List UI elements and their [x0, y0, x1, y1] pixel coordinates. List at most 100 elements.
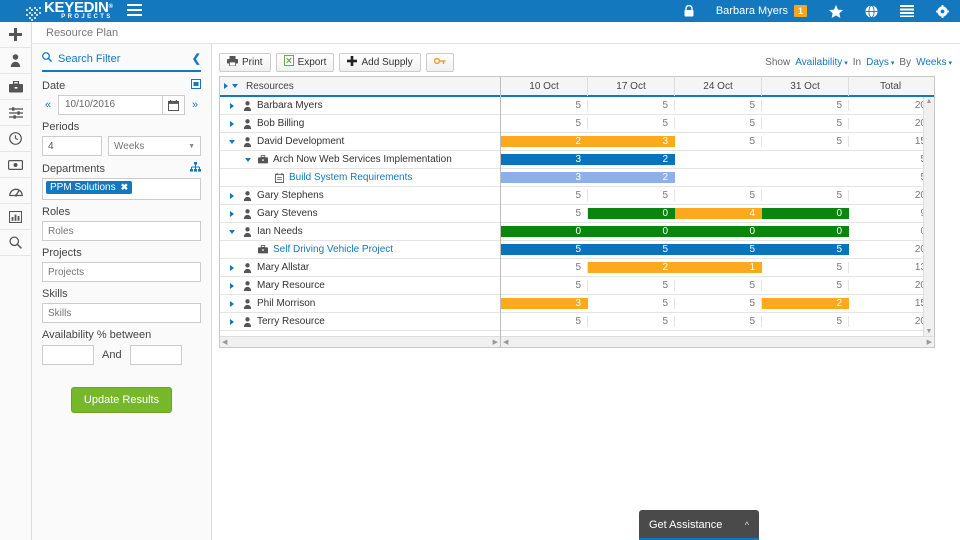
globe-icon[interactable] — [854, 0, 889, 22]
period-cell[interactable]: 2 — [588, 154, 675, 165]
table-row[interactable]: Build System Requirements — [220, 169, 500, 187]
resource-name[interactable]: Self Driving Vehicle Project — [273, 244, 393, 255]
period-cell[interactable]: 5 — [588, 316, 675, 327]
expand-row-icon[interactable] — [224, 300, 240, 307]
period-cell[interactable]: 2 — [588, 172, 675, 183]
hamburger-icon[interactable] — [126, 3, 142, 19]
gear-icon[interactable] — [925, 0, 960, 22]
period-cell[interactable]: 4 — [675, 208, 762, 219]
expand-row-icon[interactable] — [224, 192, 240, 199]
star-icon[interactable] — [818, 0, 854, 22]
period-cell[interactable]: 5 — [588, 298, 675, 309]
table-row[interactable]: Ian Needs — [220, 223, 500, 241]
expand-row-icon[interactable] — [224, 102, 240, 109]
period-cell[interactable]: 5 — [762, 190, 849, 201]
period-cell[interactable]: 2 — [501, 136, 588, 147]
rail-item-dashboard[interactable] — [0, 178, 31, 204]
rail-item-people[interactable] — [0, 48, 31, 74]
expand-row-icon[interactable] — [224, 210, 240, 217]
period-column-header[interactable]: 31 Oct — [762, 76, 849, 96]
get-assistance-bar[interactable]: Get Assistance ^ — [639, 510, 759, 540]
periods-count-input[interactable] — [42, 136, 102, 156]
chevron-left-icon[interactable]: ❮ — [192, 52, 201, 65]
table-row[interactable]: Mary Allstar — [220, 259, 500, 277]
period-cell[interactable]: 5 — [675, 298, 762, 309]
period-cell[interactable]: 0 — [762, 226, 849, 237]
show-metric-dropdown[interactable]: Availability ▾ — [795, 57, 848, 68]
period-cell[interactable]: 5 — [675, 244, 762, 255]
add-supply-button[interactable]: Add Supply — [339, 52, 421, 72]
rail-item-add[interactable] — [0, 22, 31, 48]
period-cell[interactable]: 5 — [675, 280, 762, 291]
collapse-all-icon[interactable] — [232, 84, 238, 88]
resources-hscrollbar[interactable]: ◀ ▶ — [220, 336, 500, 347]
update-results-button[interactable]: Update Results — [70, 387, 173, 413]
table-row[interactable]: Barbara Myers — [220, 97, 500, 115]
scroll-right-arrow[interactable]: ▶ — [493, 338, 498, 346]
expand-row-icon[interactable] — [224, 120, 240, 127]
period-cell[interactable]: 0 — [501, 226, 588, 237]
skills-input[interactable] — [42, 303, 201, 323]
export-button[interactable]: Export — [275, 52, 335, 72]
period-cell[interactable]: 3 — [501, 154, 588, 165]
close-icon[interactable]: ✖ — [121, 182, 129, 193]
period-cell[interactable]: 1 — [675, 262, 762, 273]
period-cell[interactable]: 5 — [762, 118, 849, 129]
rail-item-projects[interactable] — [0, 74, 31, 100]
expand-row-icon[interactable] — [224, 282, 240, 289]
period-cell[interactable]: 0 — [675, 226, 762, 237]
department-tag[interactable]: PPM Solutions ✖ — [46, 181, 133, 194]
period-cell[interactable]: 2 — [588, 262, 675, 273]
period-cell[interactable]: 5 — [501, 316, 588, 327]
period-cell[interactable]: 5 — [675, 136, 762, 147]
period-cell[interactable]: 0 — [588, 208, 675, 219]
timeline-hscrollbar[interactable]: ◀ ▶ — [501, 336, 934, 347]
key-button[interactable] — [425, 52, 454, 72]
departments-field[interactable]: PPM Solutions ✖ — [42, 178, 201, 200]
notification-badge[interactable]: 1 — [793, 5, 807, 17]
period-cell[interactable]: 3 — [501, 172, 588, 183]
resource-name[interactable]: Build System Requirements — [289, 172, 412, 183]
rail-item-time[interactable] — [0, 126, 31, 152]
user-menu[interactable]: Barbara Myers 1 — [705, 0, 818, 22]
period-cell[interactable]: 5 — [762, 100, 849, 111]
period-cell[interactable]: 0 — [762, 208, 849, 219]
period-cell[interactable]: 5 — [675, 100, 762, 111]
print-button[interactable]: Print — [219, 52, 271, 72]
list-icon[interactable] — [889, 0, 925, 22]
period-cell[interactable]: 5 — [762, 136, 849, 147]
period-cell[interactable]: 5 — [588, 190, 675, 201]
scroll-right-arrow[interactable]: ▶ — [927, 338, 932, 346]
period-cell[interactable]: 5 — [588, 118, 675, 129]
period-cell[interactable]: 5 — [501, 208, 588, 219]
period-column-header[interactable]: 10 Oct — [501, 76, 588, 96]
period-column-header[interactable]: 24 Oct — [675, 76, 762, 96]
rail-item-reports[interactable] — [0, 204, 31, 230]
table-row[interactable]: David Development — [220, 133, 500, 151]
period-cell[interactable]: 5 — [675, 316, 762, 327]
period-cell[interactable]: 5 — [762, 316, 849, 327]
period-cell[interactable]: 5 — [588, 100, 675, 111]
availability-from-input[interactable] — [42, 345, 94, 365]
collapse-row-icon[interactable] — [240, 157, 256, 162]
period-cell[interactable]: 5 — [762, 280, 849, 291]
table-row[interactable]: Gary Stephens — [220, 187, 500, 205]
chevron-up-icon[interactable]: ^ — [745, 520, 749, 530]
period-cell[interactable]: 0 — [588, 226, 675, 237]
expand-row-icon[interactable] — [224, 264, 240, 271]
collapse-row-icon[interactable] — [224, 139, 240, 144]
table-row[interactable]: Mary Resource — [220, 277, 500, 295]
period-cell[interactable]: 5 — [762, 244, 849, 255]
org-chart-icon[interactable] — [190, 162, 201, 175]
by-period-dropdown[interactable]: Weeks ▾ — [916, 57, 952, 68]
period-cell[interactable]: 5 — [501, 100, 588, 111]
in-unit-dropdown[interactable]: Days ▾ — [866, 57, 894, 68]
scroll-left-arrow[interactable]: ◀ — [222, 338, 227, 346]
expand-row-icon[interactable] — [224, 318, 240, 325]
table-row[interactable]: Phil Morrison — [220, 295, 500, 313]
expand-all-icon[interactable] — [224, 83, 228, 89]
period-cell[interactable]: 2 — [762, 298, 849, 309]
scroll-up-arrow[interactable]: ▲ — [926, 98, 933, 105]
projects-input[interactable] — [42, 262, 201, 282]
availability-to-input[interactable] — [129, 345, 182, 365]
